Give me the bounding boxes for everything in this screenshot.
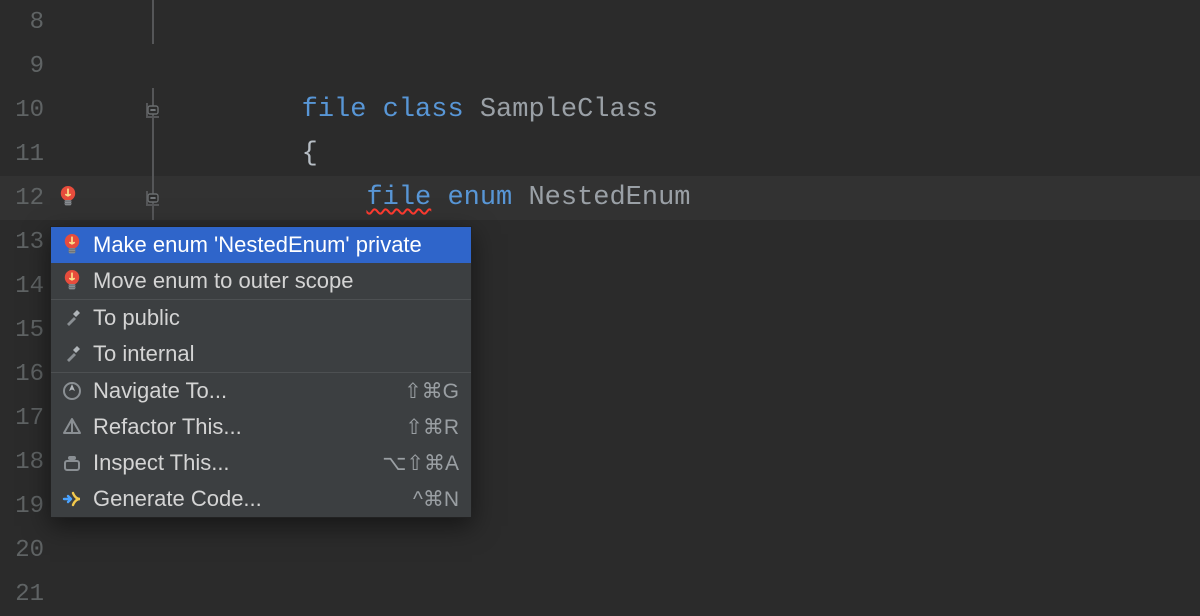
popup-item-label: Inspect This...: [93, 450, 372, 476]
gutter-margin: [50, 528, 138, 572]
line-number: 15: [0, 317, 50, 344]
fold-column[interactable]: [138, 88, 168, 132]
gutter-margin: [50, 0, 138, 44]
popup-item-shortcut: ⌥⇧⌘A: [382, 451, 459, 476]
fold-column[interactable]: [138, 528, 168, 572]
fold-column[interactable]: [138, 0, 168, 44]
popup-item-shortcut: ^⌘N: [413, 487, 459, 512]
fold-column[interactable]: [138, 44, 168, 88]
popup-item-label: Make enum 'NestedEnum' private: [93, 232, 459, 258]
fold-column[interactable]: [138, 176, 168, 220]
code-line[interactable]: 9: [0, 44, 1200, 88]
line-number: 12: [0, 185, 50, 212]
gutter-margin: [50, 132, 138, 176]
gutter-margin: [50, 176, 138, 220]
lightbulb-icon[interactable]: [58, 185, 80, 211]
quickfix-popup: Make enum 'NestedEnum' private Move enum …: [50, 226, 472, 518]
bulb-red-icon: [61, 234, 83, 256]
popup-item-label: Navigate To...: [93, 378, 394, 404]
gutter-margin: [50, 572, 138, 616]
line-number: 14: [0, 273, 50, 300]
popup-item-shortcut: ⇧⌘R: [405, 415, 459, 440]
popup-item[interactable]: Make enum 'NestedEnum' private: [51, 227, 471, 263]
navigate-icon: [61, 380, 83, 402]
line-number: 10: [0, 97, 50, 124]
line-number: 13: [0, 229, 50, 256]
popup-item-label: Generate Code...: [93, 486, 403, 512]
gutter-margin: [50, 44, 138, 88]
popup-item[interactable]: To public: [51, 300, 471, 336]
line-number: 19: [0, 493, 50, 520]
popup-item-label: Refactor This...: [93, 414, 395, 440]
code-line[interactable]: 10 file class SampleClass: [0, 88, 1200, 132]
line-number: 18: [0, 449, 50, 476]
fold-handle-icon[interactable]: [145, 102, 161, 118]
line-number: 20: [0, 537, 50, 564]
bulb-red-icon: [61, 270, 83, 292]
popup-item[interactable]: Generate Code... ^⌘N: [51, 481, 471, 517]
generate-icon: [61, 488, 83, 510]
code-line[interactable]: 21: [0, 572, 1200, 616]
line-number: 11: [0, 141, 50, 168]
line-number: 9: [0, 53, 50, 80]
inspect-icon: [61, 452, 83, 474]
hammer-icon: [61, 343, 83, 365]
popup-item-label: To public: [93, 305, 459, 331]
hammer-icon: [61, 307, 83, 329]
gutter-margin: [50, 88, 138, 132]
popup-item-label: Move enum to outer scope: [93, 268, 459, 294]
line-number: 17: [0, 405, 50, 432]
code-line[interactable]: 12 file enum NestedEnum: [0, 176, 1200, 220]
popup-item-shortcut: ⇧⌘G: [404, 379, 459, 404]
popup-item-label: To internal: [93, 341, 459, 367]
popup-item[interactable]: Refactor This... ⇧⌘R: [51, 409, 471, 445]
fold-column[interactable]: [138, 132, 168, 176]
code-text[interactable]: {: [168, 139, 1200, 169]
popup-item[interactable]: To internal: [51, 336, 471, 372]
popup-item[interactable]: Inspect This... ⌥⇧⌘A: [51, 445, 471, 481]
popup-item[interactable]: Navigate To... ⇧⌘G: [51, 373, 471, 409]
code-text[interactable]: file class SampleClass: [168, 95, 1200, 125]
line-number: 8: [0, 9, 50, 36]
line-number: 21: [0, 581, 50, 608]
refactor-icon: [61, 416, 83, 438]
code-line[interactable]: 8: [0, 0, 1200, 44]
fold-handle-icon[interactable]: [145, 190, 161, 206]
code-text[interactable]: file enum NestedEnum: [168, 183, 1200, 213]
line-number: 16: [0, 361, 50, 388]
code-line[interactable]: 11 {: [0, 132, 1200, 176]
fold-column[interactable]: [138, 572, 168, 616]
popup-item[interactable]: Move enum to outer scope: [51, 263, 471, 299]
code-line[interactable]: 20: [0, 528, 1200, 572]
